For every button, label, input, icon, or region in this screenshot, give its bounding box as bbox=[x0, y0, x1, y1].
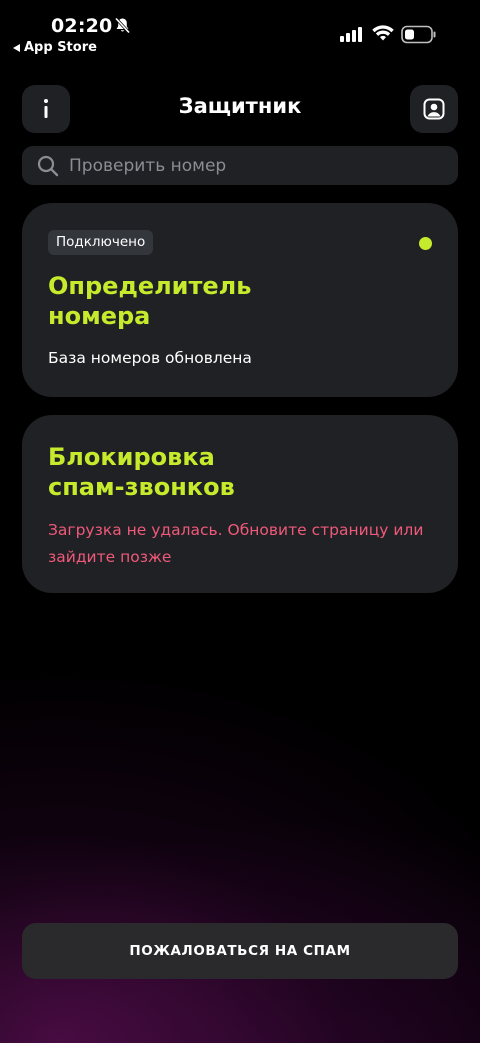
bell-muted-icon bbox=[114, 17, 131, 34]
search-input[interactable] bbox=[67, 154, 431, 177]
status-badge: Подключено bbox=[48, 230, 154, 255]
wifi-icon bbox=[372, 25, 394, 41]
status-bar: 02:20 App Store bbox=[0, 0, 480, 60]
caller-id-title: Определитель номера bbox=[48, 272, 252, 330]
report-spam-button[interactable]: ПОЖАЛОВАТЬСЯ НА СПАМ bbox=[22, 923, 458, 979]
search-icon bbox=[37, 155, 59, 176]
back-to-app-store[interactable]: App Store bbox=[13, 40, 97, 55]
spam-block-error-message: Загрузка не удалась. Обновите страницу и… bbox=[48, 521, 424, 566]
caller-id-card[interactable]: Подключено Определитель номера База номе… bbox=[22, 203, 458, 397]
status-time: 02:20 bbox=[51, 15, 113, 37]
connected-indicator-dot bbox=[419, 237, 432, 250]
page-title: Защитник bbox=[178, 94, 302, 118]
spam-block-card[interactable]: Блокировка спам-звонков Загрузка не удал… bbox=[22, 415, 458, 593]
search-bar[interactable] bbox=[22, 146, 458, 185]
spam-block-title: Блокировка спам-звонков bbox=[48, 443, 235, 501]
cellular-signal-icon bbox=[340, 27, 362, 42]
caller-id-description: База номеров обновлена bbox=[48, 349, 252, 367]
battery-icon bbox=[401, 25, 436, 44]
profile-icon bbox=[423, 98, 445, 120]
back-arrow-icon bbox=[13, 43, 20, 52]
profile-button[interactable] bbox=[410, 85, 458, 133]
back-app-label: App Store bbox=[24, 40, 97, 55]
